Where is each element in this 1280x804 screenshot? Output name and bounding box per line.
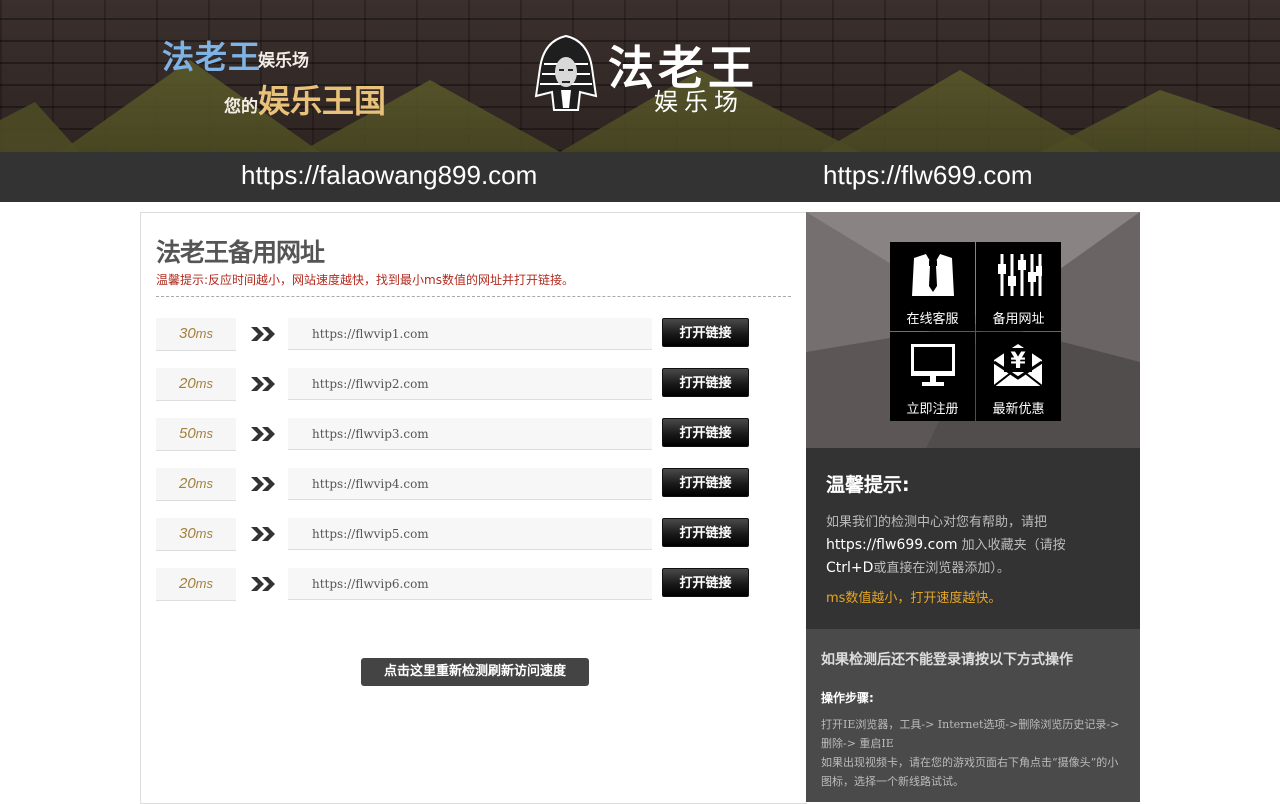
url-row: 20ms https://flwvip4.com 打开链接 bbox=[156, 468, 756, 502]
tile-label: 立即注册 bbox=[906, 402, 959, 417]
tile-backup-urls[interactable]: 备用网址 bbox=[976, 242, 1061, 331]
url-row: 30ms https://flwvip1.com 打开链接 bbox=[156, 318, 756, 352]
url-link-right[interactable]: https://flw699.com bbox=[823, 160, 1033, 191]
slogan-kingdom: 娱乐王国 bbox=[258, 82, 387, 120]
brand-logo: 法老王 娱乐场 bbox=[534, 34, 774, 116]
latency-value: 50ms bbox=[156, 418, 236, 451]
retest-button[interactable]: 点击这里重新检测刷新访问速度 bbox=[361, 658, 589, 686]
suit-icon bbox=[912, 254, 954, 296]
latency-value: 30ms bbox=[156, 518, 236, 551]
notice-url[interactable]: https://flw699.com bbox=[826, 537, 958, 553]
url-field: https://flwvip4.com bbox=[288, 468, 652, 500]
steps-text: 打开IE浏览器，工具-> Internet选项->删除浏览历史记录-> 删除->… bbox=[821, 718, 1120, 788]
tile-customer-service[interactable]: 在线客服 bbox=[890, 242, 975, 331]
tile-label: 在线客服 bbox=[906, 312, 959, 327]
slogan-casino: 娱乐场 bbox=[258, 51, 309, 71]
help-title: 如果检测后还不能登录请按以下方式操作 bbox=[821, 652, 1073, 668]
banner-slogan: 法老王 娱乐场 您的 娱乐王国 bbox=[162, 32, 422, 122]
header-banner: 法老王 娱乐场 您的 娱乐王国 法老王 娱乐场 bbox=[0, 0, 1280, 152]
url-link-left[interactable]: https://falaowang899.com bbox=[241, 160, 537, 191]
latency-value: 20ms bbox=[156, 468, 236, 501]
page-title: 法老王备用网址 bbox=[156, 238, 325, 267]
url-field: https://flwvip6.com bbox=[288, 568, 652, 600]
url-field: https://flwvip1.com bbox=[288, 318, 652, 350]
open-link-button[interactable]: 打开链接 bbox=[662, 368, 749, 397]
open-link-button[interactable]: 打开链接 bbox=[662, 418, 749, 447]
url-bar: https://falaowang899.com https://flw699.… bbox=[0, 152, 1280, 202]
yen-envelope-icon: ¥ bbox=[993, 344, 1043, 387]
divider bbox=[156, 296, 791, 297]
url-field: https://flwvip2.com bbox=[288, 368, 652, 400]
url-row: 50ms https://flwvip3.com 打开链接 bbox=[156, 418, 756, 452]
url-row: 20ms https://flwvip6.com 打开链接 bbox=[156, 568, 756, 602]
speed-tip: 温馨提示:反应时间越小，网站速度越快，找到最小ms数值的网址并打开链接。 bbox=[156, 273, 574, 287]
notice-title: 温馨提示: bbox=[826, 474, 910, 496]
double-arrow-icon bbox=[251, 377, 275, 391]
tile-label: 备用网址 bbox=[992, 312, 1045, 327]
open-link-button[interactable]: 打开链接 bbox=[662, 468, 749, 497]
logo-subtitle: 娱乐场 bbox=[654, 88, 744, 116]
slogan-brand: 法老王 bbox=[162, 38, 262, 76]
url-row: 20ms https://flwvip2.com 打开链接 bbox=[156, 368, 756, 402]
open-link-button[interactable]: 打开链接 bbox=[662, 518, 749, 547]
tile-register[interactable]: 立即注册 bbox=[890, 332, 975, 421]
double-arrow-icon bbox=[251, 327, 275, 341]
tile-promotions[interactable]: ¥ 最新优惠 bbox=[976, 332, 1061, 421]
url-field: https://flwvip3.com bbox=[288, 418, 652, 450]
url-field: https://flwvip5.com bbox=[288, 518, 652, 550]
monitor-icon bbox=[911, 344, 955, 386]
notice-panel: 温馨提示: 如果我们的检测中心对您有帮助，请把 https://flw699.c… bbox=[806, 448, 1140, 629]
notice-highlight: ms数值越小，打开速度越快。 bbox=[826, 591, 1002, 606]
double-arrow-icon bbox=[251, 577, 275, 591]
steps-label: 操作步骤: bbox=[821, 691, 874, 705]
latency-value: 30ms bbox=[156, 318, 236, 351]
double-arrow-icon bbox=[251, 427, 275, 441]
sidebar-tiles-area: 在线客服 备用网址 立即注册 ¥ 最新优惠 bbox=[806, 212, 1140, 448]
pharaoh-mask-icon bbox=[534, 34, 598, 111]
latency-value: 20ms bbox=[156, 368, 236, 401]
main-panel: 法老王备用网址 温馨提示:反应时间越小，网站速度越快，找到最小ms数值的网址并打… bbox=[140, 212, 807, 804]
sliders-icon bbox=[998, 254, 1042, 296]
slogan-your: 您的 bbox=[224, 97, 258, 117]
notice-text: 如果我们的检测中心对您有帮助，请把 https://flw699.com 加入收… bbox=[826, 515, 1066, 576]
url-row: 30ms https://flwvip5.com 打开链接 bbox=[156, 518, 756, 552]
help-panel: 如果检测后还不能登录请按以下方式操作 操作步骤: 打开IE浏览器，工具-> In… bbox=[806, 629, 1140, 802]
tile-grid: 在线客服 备用网址 立即注册 ¥ 最新优惠 bbox=[890, 242, 1061, 421]
open-link-button[interactable]: 打开链接 bbox=[662, 568, 749, 597]
double-arrow-icon bbox=[251, 527, 275, 541]
double-arrow-icon bbox=[251, 477, 275, 491]
svg-text:¥: ¥ bbox=[1010, 349, 1026, 374]
tile-label: 最新优惠 bbox=[992, 402, 1045, 417]
latency-value: 20ms bbox=[156, 568, 236, 601]
sidebar: 在线客服 备用网址 立即注册 ¥ 最新优惠 温馨提示: 如果我们的检测中心对您有… bbox=[806, 212, 1140, 802]
open-link-button[interactable]: 打开链接 bbox=[662, 318, 749, 347]
